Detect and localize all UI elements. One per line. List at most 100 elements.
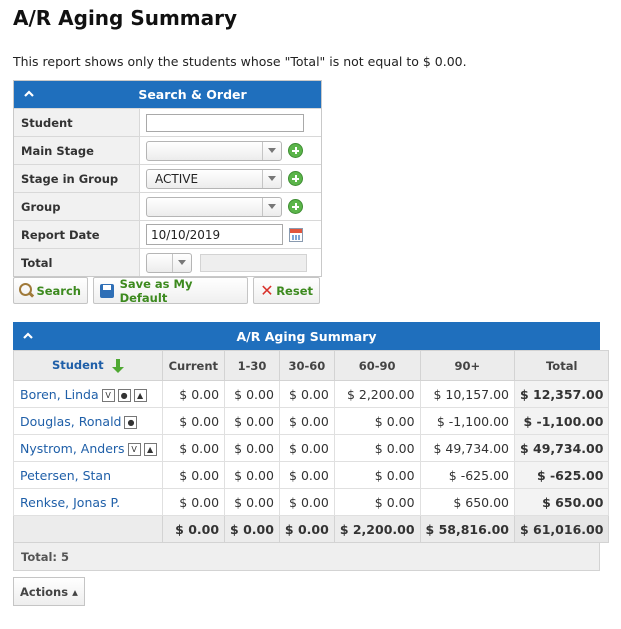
total-cell: $ 650.00 bbox=[513, 488, 610, 516]
totals-90plus: $ 58,816.00 bbox=[419, 515, 515, 543]
student-cell: Douglas, Ronald ● bbox=[13, 407, 163, 435]
table-row: Boren, Linda V ● ▲ $ 0.00 $ 0.00 $ 0.00 $ 2,200… bbox=[13, 380, 610, 408]
house-icon[interactable]: ▲ bbox=[143, 442, 157, 456]
row-count: Total: 5 bbox=[13, 543, 600, 571]
aging-summary-header[interactable]: A/R Aging Summary bbox=[13, 322, 600, 350]
aging-summary-panel: A/R Aging Summary Student Current 1-30 3… bbox=[13, 322, 610, 571]
person-icon[interactable]: ● bbox=[117, 388, 131, 402]
column-header-30-60[interactable]: 30-60 bbox=[278, 350, 335, 381]
90plus-cell: $ 10,157.00 bbox=[419, 380, 515, 408]
column-header-student[interactable]: Student bbox=[13, 350, 163, 381]
1-30-cell: $ 0.00 bbox=[224, 434, 280, 462]
total-cell: $ 12,357.00 bbox=[513, 380, 610, 408]
v-badge-icon[interactable]: V bbox=[127, 442, 141, 456]
column-header-current[interactable]: Current bbox=[161, 350, 226, 381]
report-date-row: Report Date 10/10/2019 bbox=[14, 220, 321, 248]
current-cell: $ 0.00 bbox=[161, 407, 226, 435]
add-icon[interactable] bbox=[288, 143, 303, 158]
close-icon: ✕ bbox=[260, 280, 274, 300]
total-cell: $ 49,734.00 bbox=[513, 434, 610, 462]
chevron-down-icon[interactable] bbox=[262, 197, 281, 216]
column-header-1-30[interactable]: 1-30 bbox=[224, 350, 280, 381]
60-90-cell: $ 2,200.00 bbox=[333, 380, 421, 408]
totals-30-60: $ 0.00 bbox=[278, 515, 335, 543]
house-icon[interactable]: ▲ bbox=[133, 388, 147, 402]
search-button[interactable]: Search bbox=[13, 277, 88, 304]
90plus-cell: $ -1,100.00 bbox=[419, 407, 515, 435]
chevron-down-icon[interactable] bbox=[262, 141, 281, 160]
search-panel-header[interactable]: Search & Order bbox=[14, 81, 321, 108]
total-cell: $ -1,100.00 bbox=[513, 407, 610, 435]
1-30-cell: $ 0.00 bbox=[224, 380, 280, 408]
table-row: Renkse, Jonas P. $ 0.00 $ 0.00 $ 0.00 $ 0.00… bbox=[13, 488, 610, 516]
main-stage-label: Main Stage bbox=[14, 137, 140, 164]
total-operator-select[interactable] bbox=[146, 252, 192, 273]
column-header-60-90[interactable]: 60-90 bbox=[333, 350, 421, 381]
stage-in-group-select[interactable]: ACTIVE bbox=[146, 168, 282, 189]
page-title: A/R Aging Summary bbox=[13, 6, 238, 30]
student-link[interactable]: Petersen, Stan bbox=[20, 468, 111, 483]
60-90-cell: $ 0.00 bbox=[333, 434, 421, 462]
student-cell: Renkse, Jonas P. bbox=[13, 488, 163, 516]
90plus-cell: $ -625.00 bbox=[419, 461, 515, 489]
totals-60-90: $ 2,200.00 bbox=[333, 515, 421, 543]
report-date-label: Report Date bbox=[14, 221, 140, 248]
column-header-total[interactable]: Total bbox=[513, 350, 610, 381]
30-60-cell: $ 0.00 bbox=[278, 461, 335, 489]
totals-current: $ 0.00 bbox=[161, 515, 226, 543]
save-default-button[interactable]: Save as My Default bbox=[93, 277, 248, 305]
total-cell: $ -625.00 bbox=[513, 461, 610, 489]
student-link[interactable]: Renkse, Jonas P. bbox=[20, 495, 120, 510]
calendar-icon[interactable] bbox=[289, 227, 303, 242]
v-badge-icon[interactable]: V bbox=[101, 388, 115, 402]
search-icon bbox=[19, 282, 35, 299]
table-row: Petersen, Stan $ 0.00 $ 0.00 $ 0.00 $ 0.00 $ … bbox=[13, 461, 610, 489]
main-stage-select[interactable] bbox=[146, 140, 282, 161]
collapse-icon[interactable] bbox=[21, 329, 35, 343]
90plus-cell: $ 49,734.00 bbox=[419, 434, 515, 462]
60-90-cell: $ 0.00 bbox=[333, 461, 421, 489]
30-60-cell: $ 0.00 bbox=[278, 380, 335, 408]
collapse-icon[interactable] bbox=[22, 87, 36, 101]
stage-in-group-value: ACTIVE bbox=[155, 171, 199, 186]
1-30-cell: $ 0.00 bbox=[224, 407, 280, 435]
actions-button[interactable]: Actions ▴ bbox=[13, 577, 85, 606]
total-value-input bbox=[200, 253, 307, 272]
total-label: Total bbox=[14, 249, 140, 276]
student-label: Student bbox=[14, 109, 140, 136]
student-cell: Petersen, Stan bbox=[13, 461, 163, 489]
30-60-cell: $ 0.00 bbox=[278, 407, 335, 435]
aging-summary-title: A/R Aging Summary bbox=[236, 328, 377, 344]
stage-in-group-row: Stage in Group ACTIVE bbox=[14, 164, 321, 192]
student-cell: Nystrom, Anders V ▲ bbox=[13, 434, 163, 462]
student-cell: Boren, Linda V ● ▲ bbox=[13, 380, 163, 408]
reset-button[interactable]: ✕ Reset bbox=[253, 277, 320, 304]
student-link[interactable]: Boren, Linda bbox=[20, 387, 99, 402]
search-panel-title: Search & Order bbox=[138, 87, 247, 102]
main-stage-row: Main Stage bbox=[14, 136, 321, 164]
total-row: Total bbox=[14, 248, 321, 276]
totals-label-cell bbox=[13, 515, 163, 543]
student-link[interactable]: Nystrom, Anders bbox=[20, 441, 125, 456]
chevron-down-icon[interactable] bbox=[172, 253, 191, 272]
person-icon[interactable]: ● bbox=[124, 415, 138, 429]
column-header-90plus[interactable]: 90+ bbox=[419, 350, 515, 381]
chevron-down-icon[interactable] bbox=[262, 169, 281, 188]
current-cell: $ 0.00 bbox=[161, 380, 226, 408]
search-panel: Search & Order Student Main Stage Stage … bbox=[13, 80, 322, 277]
30-60-cell: $ 0.00 bbox=[278, 488, 335, 516]
header-row: Student Current 1-30 30-60 60-90 90+ Tot… bbox=[13, 350, 610, 381]
group-row: Group bbox=[14, 192, 321, 220]
student-row: Student bbox=[14, 108, 321, 136]
aging-table: Student Current 1-30 30-60 60-90 90+ Tot… bbox=[13, 350, 610, 543]
add-icon[interactable] bbox=[288, 171, 303, 186]
group-select[interactable] bbox=[146, 196, 282, 217]
60-90-cell: $ 0.00 bbox=[333, 488, 421, 516]
report-date-input[interactable]: 10/10/2019 bbox=[146, 224, 283, 245]
sort-down-icon[interactable] bbox=[111, 358, 124, 373]
totals-row: $ 0.00 $ 0.00 $ 0.00 $ 2,200.00 $ 58,816… bbox=[13, 515, 610, 543]
student-link[interactable]: Douglas, Ronald bbox=[20, 414, 121, 429]
student-input[interactable] bbox=[146, 113, 304, 132]
add-icon[interactable] bbox=[288, 199, 303, 214]
current-cell: $ 0.00 bbox=[161, 434, 226, 462]
